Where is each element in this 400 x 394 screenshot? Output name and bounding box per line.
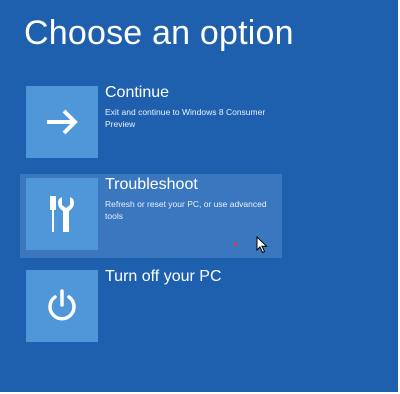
mouse-cursor-icon	[256, 236, 268, 254]
option-description: Refresh or reset your PC, or use advance…	[105, 199, 267, 221]
troubleshoot-text: Troubleshoot Refresh or reset your PC, o…	[105, 176, 277, 222]
recovery-screen: Choose an option Continue Exit and conti…	[0, 0, 400, 394]
option-turn-off[interactable]: Turn off your PC	[20, 266, 282, 350]
tools-icon	[50, 196, 74, 232]
option-description: Exit and continue to Windows 8 Consumer …	[105, 107, 266, 129]
power-icon	[48, 289, 76, 321]
turn-off-text: Turn off your PC	[105, 268, 277, 286]
arrow-right-icon	[47, 109, 78, 135]
option-label: Continue	[105, 84, 170, 101]
page-title: Choose an option	[24, 14, 294, 52]
option-label: Turn off your PC	[105, 268, 222, 285]
continue-tile[interactable]	[26, 86, 98, 158]
option-troubleshoot[interactable]: Troubleshoot Refresh or reset your PC, o…	[20, 174, 282, 258]
continue-text: Continue Exit and continue to Windows 8 …	[105, 84, 277, 130]
option-continue[interactable]: Continue Exit and continue to Windows 8 …	[20, 82, 282, 166]
option-label: Troubleshoot	[105, 176, 198, 193]
red-dot-marker	[234, 243, 237, 246]
troubleshoot-tile[interactable]	[26, 178, 98, 250]
turn-off-tile[interactable]	[26, 270, 98, 342]
